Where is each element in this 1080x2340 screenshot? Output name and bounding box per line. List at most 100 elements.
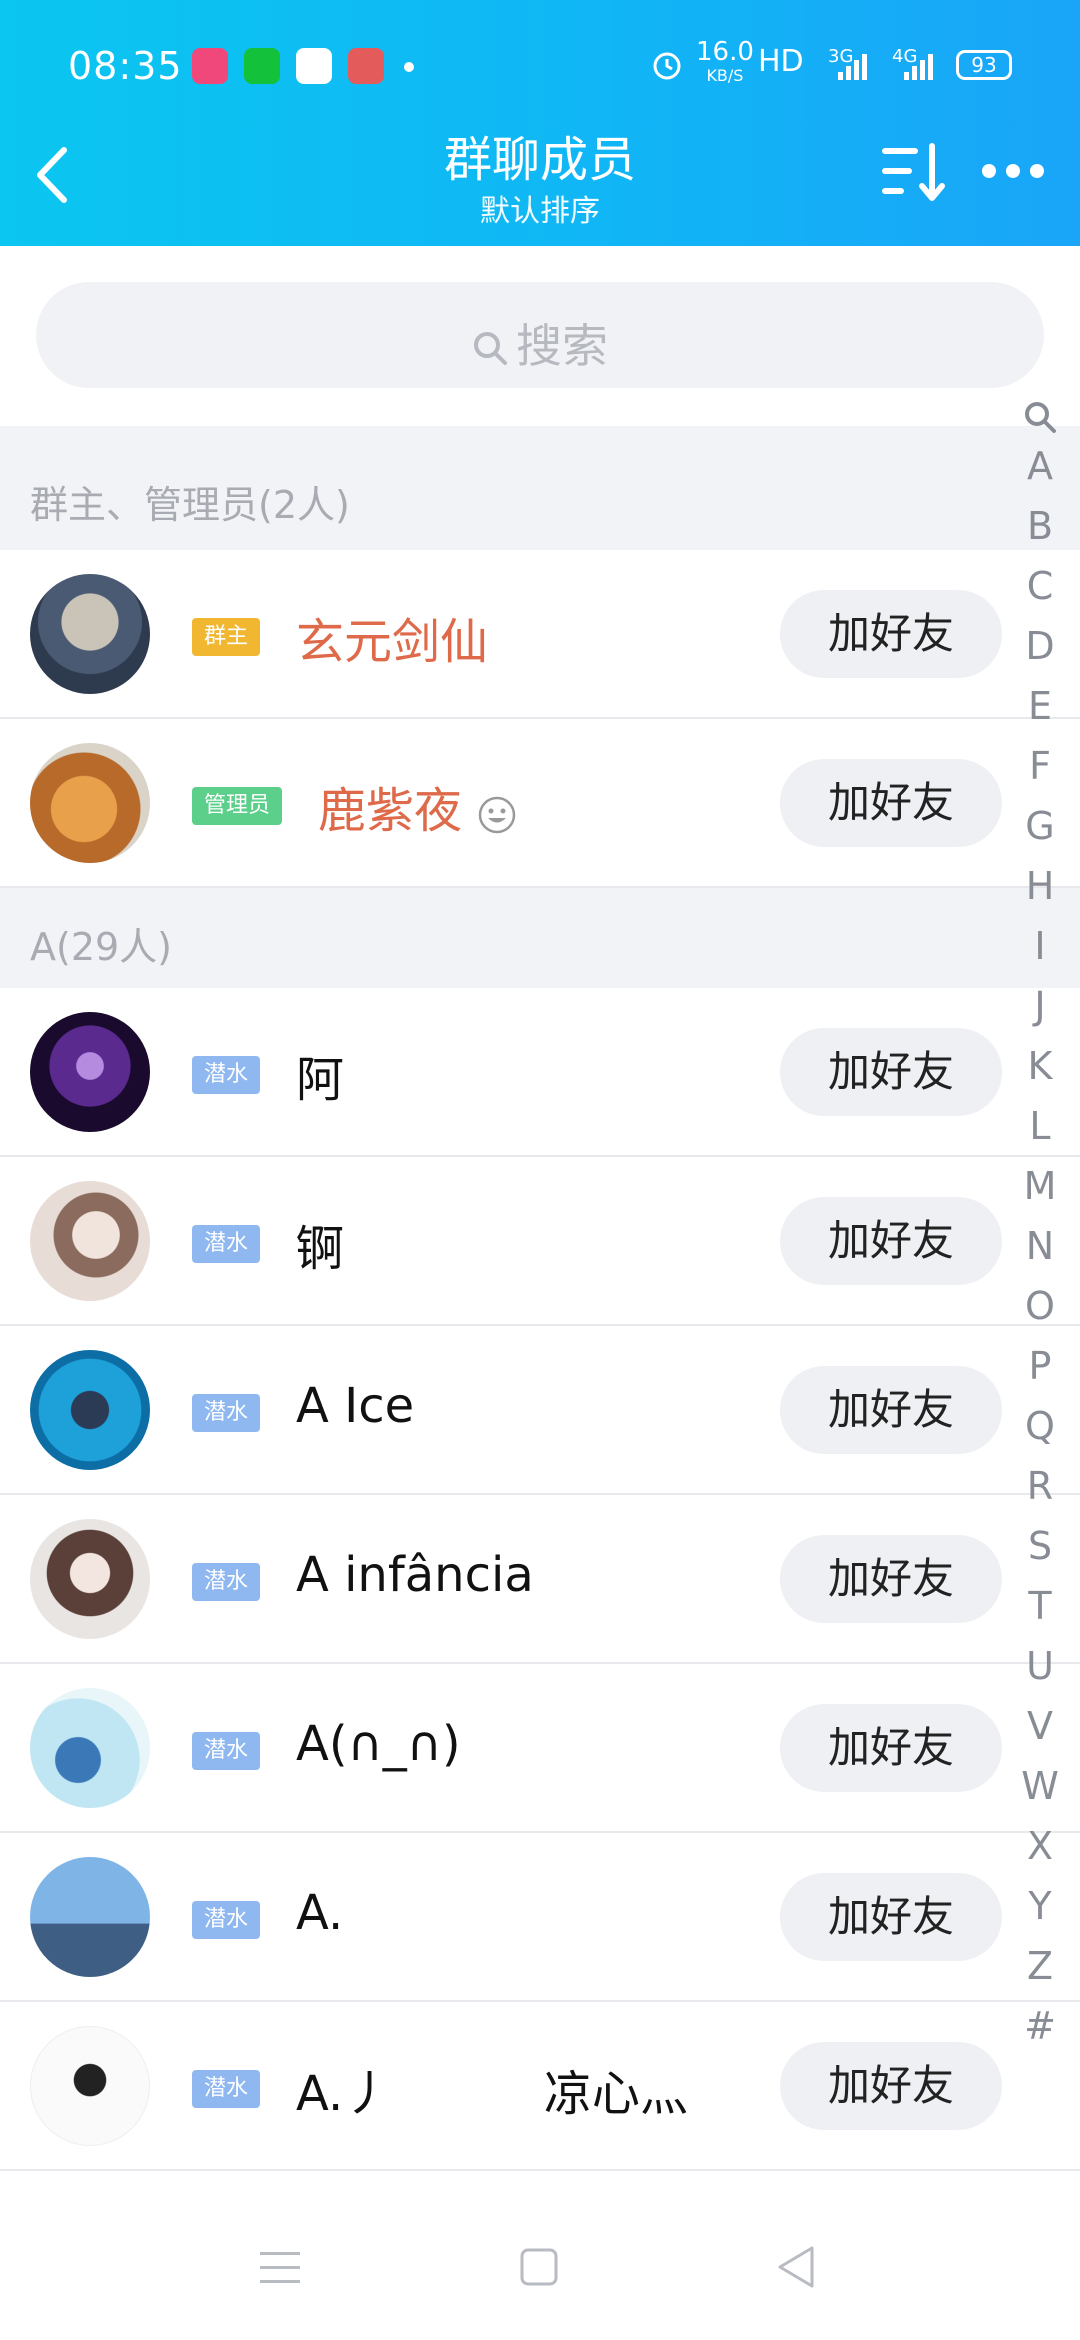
signal-3g-icon [838,54,867,80]
member-row[interactable]: 潜水 A. 加好友 [0,1833,1080,2002]
section-header-admins: 群主、管理员(2人) [0,426,1080,550]
member-name: 玄元剑仙 [296,614,489,670]
youku-app-icon [296,48,332,84]
index-letter-w[interactable]: W [1010,1756,1070,1816]
search-icon [474,332,507,365]
home-icon[interactable] [510,2238,570,2298]
avatar[interactable] [30,1012,150,1132]
index-letter-v[interactable]: V [1010,1696,1070,1756]
index-letter-z[interactable]: Z [1010,1936,1070,1996]
member-row[interactable]: 潜水 A infância 加好友 [0,1495,1080,1664]
video-app-icon [192,48,228,84]
add-friend-button[interactable]: 加好友 [780,1028,1002,1116]
index-letter-m[interactable]: M [1010,1156,1070,1216]
avatar[interactable] [30,2026,150,2146]
menu-icon[interactable] [252,2238,312,2298]
iqiyi-app-icon [244,48,280,84]
index-letter-u[interactable]: U [1010,1636,1070,1696]
section-label: A(29人) [30,925,172,969]
system-nav-bar [0,2190,1080,2340]
member-name: 鹿紫夜 [318,771,517,841]
member-name: 锕 [296,1221,345,1277]
add-friend-button[interactable]: 加好友 [780,2042,1002,2130]
smile-emoji-icon [479,796,516,834]
index-letter-list: A B C D E F G H I J K L M N O P Q R S T U V W X Y Z # [1010,436,1070,2056]
network-speed: 16.0 KB/S [696,37,754,88]
member-row[interactable]: 潜水 A(∩_∩) 加好友 [0,1664,1080,1833]
speed-value: 16.0 [696,37,754,67]
sort-icon[interactable] [878,140,948,204]
index-letter-e[interactable]: E [1010,676,1070,736]
index-letter-d[interactable]: D [1010,616,1070,676]
index-letter-hash[interactable]: # [1010,1996,1070,2056]
index-letter-t[interactable]: T [1010,1576,1070,1636]
more-options-icon[interactable] [976,150,1048,190]
index-letter-x[interactable]: X [1010,1816,1070,1876]
alarm-icon [653,52,681,80]
index-letter-o[interactable]: O [1010,1276,1070,1336]
add-friend-button[interactable]: 加好友 [780,1197,1002,1285]
member-name: A Ice [296,1378,415,1434]
member-row[interactable]: 潜水 A.丿 凉心灬 加好友 [0,2002,1080,2171]
index-letter-k[interactable]: K [1010,1036,1070,1096]
member-row[interactable]: 群主 玄元剑仙 加好友 [0,550,1080,719]
index-search-icon[interactable] [1010,392,1070,436]
add-friend-button[interactable]: 加好友 [780,1873,1002,1961]
add-friend-button[interactable]: 加好友 [780,1535,1002,1623]
member-name: A(∩_∩) [296,1716,461,1772]
avatar[interactable] [30,1350,150,1470]
role-badge: 潜水 [192,1732,261,1770]
role-badge: 潜水 [192,1901,261,1939]
member-name: 阿 [296,1052,345,1108]
index-letter-b[interactable]: B [1010,496,1070,556]
role-badge: 群主 [192,618,261,656]
member-name-text: 鹿紫夜 [318,783,463,839]
index-letter-r[interactable]: R [1010,1456,1070,1516]
search-input[interactable]: 搜索 [36,282,1044,388]
add-friend-button[interactable]: 加好友 [780,590,1002,678]
avatar[interactable] [30,1181,150,1301]
search-area: 搜索 [0,246,1080,426]
member-row[interactable]: 潜水 A Ice 加好友 [0,1326,1080,1495]
member-row[interactable]: 潜水 锕 加好友 [0,1157,1080,1326]
role-badge: 潜水 [192,1225,261,1263]
status-bar: 08:35 16.0 KB/S HD 3G 4G 93 [0,0,1080,130]
add-friend-button[interactable]: 加好友 [780,1704,1002,1792]
index-letter-q[interactable]: Q [1010,1396,1070,1456]
index-letter-a[interactable]: A [1010,436,1070,496]
index-letter-i[interactable]: I [1010,916,1070,976]
avatar[interactable] [30,1688,150,1808]
avatar[interactable] [30,1519,150,1639]
member-row[interactable]: 潜水 阿 加好友 [0,988,1080,1157]
role-badge: 潜水 [192,1056,261,1094]
member-name: A.丿 凉心灬 [296,2066,688,2122]
app-header: 08:35 16.0 KB/S HD 3G 4G 93 群聊成员 默认排序 [0,0,1080,246]
search-icon [1025,401,1056,433]
section-header-a: A(29人) [0,888,1080,988]
index-letter-y[interactable]: Y [1010,1876,1070,1936]
member-row[interactable]: 管理员 鹿紫夜 加好友 [0,719,1080,888]
index-letter-l[interactable]: L [1010,1096,1070,1156]
battery-indicator: 93 [956,50,1012,80]
back-triangle-icon[interactable] [768,2238,828,2298]
member-name: A. [296,1885,344,1941]
signal-4g-icon [904,54,933,80]
avatar[interactable] [30,743,150,863]
role-badge: 潜水 [192,1394,261,1432]
index-letter-f[interactable]: F [1010,736,1070,796]
role-badge: 管理员 [192,787,283,825]
index-letter-j[interactable]: J [1010,976,1070,1036]
section-label: 群主、管理员(2人) [30,483,350,527]
add-friend-button[interactable]: 加好友 [780,759,1002,847]
more-notifications-dot [404,62,414,72]
add-friend-button[interactable]: 加好友 [780,1366,1002,1454]
index-letter-n[interactable]: N [1010,1216,1070,1276]
index-letter-h[interactable]: H [1010,856,1070,916]
index-letter-g[interactable]: G [1010,796,1070,856]
avatar[interactable] [30,1857,150,1977]
avatar[interactable] [30,574,150,694]
index-letter-p[interactable]: P [1010,1336,1070,1396]
index-letter-s[interactable]: S [1010,1516,1070,1576]
alphabet-index-bar[interactable]: A B C D E F G H I J K L M N O P Q R S T U V W X Y Z # [1010,392,1070,2056]
index-letter-c[interactable]: C [1010,556,1070,616]
